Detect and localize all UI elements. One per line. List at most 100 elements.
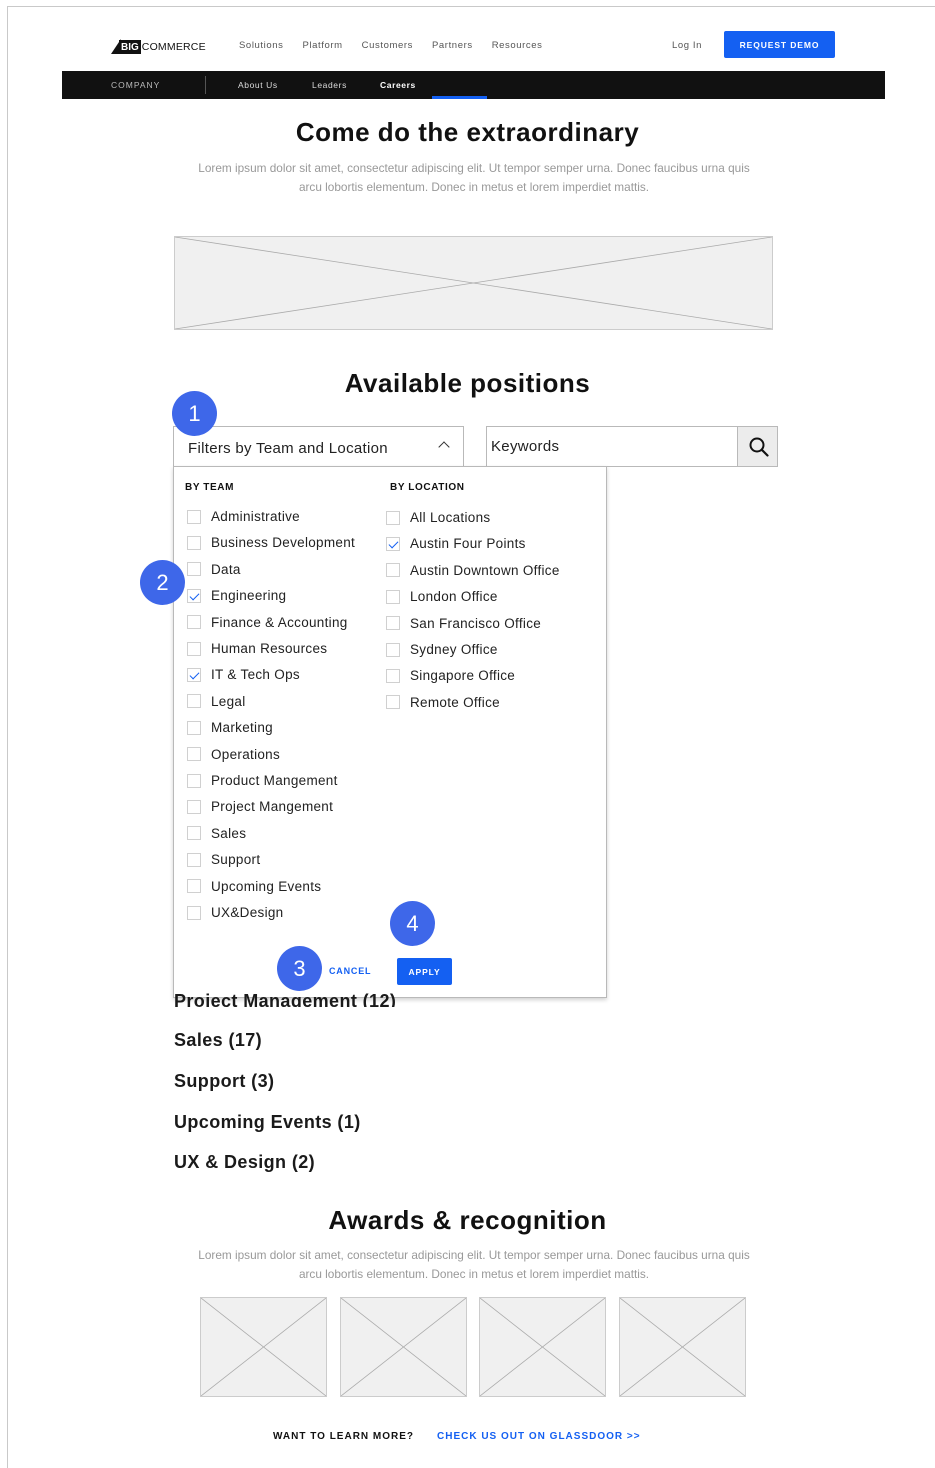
nav-partners[interactable]: Partners	[432, 40, 473, 51]
team-option[interactable]: Finance & Accounting	[187, 615, 348, 630]
apply-button[interactable]: APPLY	[397, 958, 452, 985]
cancel-button[interactable]: CANCEL	[329, 966, 371, 976]
location-option-label: Austin Four Points	[410, 536, 526, 552]
team-option[interactable]: UX&Design	[187, 905, 283, 920]
checkbox-checked[interactable]	[386, 536, 400, 551]
annotation-badge-1: 1	[172, 391, 217, 436]
keywords-input[interactable]	[486, 426, 738, 467]
team-option[interactable]: Sales	[187, 826, 246, 841]
team-option-label: Administrative	[211, 509, 300, 524]
search-button[interactable]	[737, 426, 778, 467]
checkbox-unchecked[interactable]	[386, 563, 400, 578]
team-option[interactable]: Administrative	[187, 509, 300, 524]
team-option-label: Engineering	[211, 588, 287, 604]
team-option-label: Project Mangement	[211, 799, 334, 815]
category-support[interactable]: Support (3)	[174, 1071, 274, 1092]
location-option-label: London Office	[410, 589, 498, 605]
team-option[interactable]: Operations	[187, 747, 280, 762]
checkbox-unchecked[interactable]	[386, 642, 400, 657]
category-ux-design[interactable]: UX & Design (2)	[174, 1152, 315, 1173]
nav-platform[interactable]: Platform	[302, 40, 342, 51]
bigcommerce-logo[interactable]: BIG COMMERCE	[111, 34, 206, 54]
team-option-label: UX&Design	[211, 905, 284, 920]
team-option-label: Legal	[211, 693, 246, 709]
award-image-placeholder	[340, 1297, 467, 1397]
nav-solutions[interactable]: Solutions	[239, 40, 283, 51]
checkbox-unchecked[interactable]	[187, 905, 201, 920]
hero-body: Lorem ipsum dolor sit amet, consectetur …	[198, 161, 750, 194]
location-option[interactable]: Singapore Office	[386, 668, 515, 683]
location-option[interactable]: Remote Office	[386, 695, 500, 710]
annotation-badge-2: 2	[140, 560, 185, 605]
checkbox-unchecked[interactable]	[187, 852, 201, 867]
checkbox-unchecked[interactable]	[187, 641, 201, 656]
checkbox-unchecked[interactable]	[187, 799, 201, 814]
category-project-management[interactable]: Project Management (12)	[174, 991, 396, 1007]
logo-big: BIG	[119, 40, 141, 54]
glassdoor-link[interactable]: CHECK US OUT ON GLASSDOOR >>	[437, 1431, 641, 1442]
checkbox-unchecked[interactable]	[187, 879, 201, 894]
team-option[interactable]: Project Mangement	[187, 799, 333, 814]
location-option-label: Sydney Office	[410, 642, 498, 657]
location-option-label: All Locations	[410, 510, 491, 525]
nav-customers[interactable]: Customers	[362, 40, 413, 51]
category-sales[interactable]: Sales (17)	[174, 1030, 262, 1051]
checkbox-unchecked[interactable]	[187, 562, 201, 577]
checkbox-unchecked[interactable]	[187, 694, 201, 709]
checkbox-unchecked[interactable]	[386, 510, 400, 525]
team-option[interactable]: Marketing	[187, 720, 273, 735]
login-link[interactable]: Log In	[672, 40, 702, 51]
checkbox-unchecked[interactable]	[187, 773, 201, 788]
top-nav: Solutions Platform Customers Partners Re…	[239, 40, 562, 51]
awards-body: Lorem ipsum dolor sit amet, consectetur …	[198, 1248, 750, 1281]
checkbox-unchecked[interactable]	[187, 509, 201, 524]
team-option[interactable]: IT & Tech Ops	[187, 667, 300, 682]
location-option-label: Remote Office	[410, 694, 500, 710]
hero-title: Come do the extraordinary	[295, 117, 640, 147]
team-option-label: Sales	[211, 825, 247, 841]
positions-title: Available positions	[344, 368, 591, 398]
team-option[interactable]: Engineering	[187, 588, 286, 603]
location-option[interactable]: San Francisco Office	[386, 616, 541, 631]
location-option[interactable]: Austin Downtown Office	[386, 563, 560, 578]
location-option[interactable]: London Office	[386, 589, 498, 604]
logo-commerce: COMMERCE	[141, 41, 206, 53]
subnav-leaders[interactable]: Leaders	[312, 80, 347, 90]
subnav-section-label: COMPANY	[111, 80, 161, 90]
awards-title: Awards & recognition	[328, 1205, 607, 1235]
location-option[interactable]: Austin Four Points	[386, 536, 526, 551]
team-option[interactable]: Human Resources	[187, 641, 327, 656]
checkbox-unchecked[interactable]	[187, 535, 201, 550]
award-image-placeholder	[479, 1297, 606, 1397]
hero-image-placeholder	[174, 236, 773, 330]
category-upcoming-events[interactable]: Upcoming Events (1)	[174, 1112, 361, 1133]
checkbox-unchecked[interactable]	[187, 720, 201, 735]
team-option[interactable]: Data	[187, 562, 241, 577]
checkbox-unchecked[interactable]	[386, 695, 400, 710]
team-option[interactable]: Legal	[187, 694, 246, 709]
team-option-label: Marketing	[211, 720, 273, 736]
location-option[interactable]: Sydney Office	[386, 642, 498, 657]
nav-resources[interactable]: Resources	[492, 40, 543, 51]
request-demo-button[interactable]: REQUEST DEMO	[724, 31, 835, 58]
annotation-badge-4: 4	[390, 901, 435, 946]
subnav-about-us[interactable]: About Us	[238, 80, 278, 90]
checkbox-unchecked[interactable]	[386, 668, 400, 683]
team-option[interactable]: Support	[187, 852, 260, 867]
subnav-careers[interactable]: Careers	[380, 80, 416, 90]
team-option[interactable]: Business Development	[187, 535, 355, 550]
award-image-placeholder	[619, 1297, 746, 1397]
checkbox-unchecked[interactable]	[187, 615, 201, 630]
checkbox-checked[interactable]	[187, 588, 201, 603]
team-option[interactable]: Product Mangement	[187, 773, 338, 788]
location-option-label: San Francisco Office	[410, 615, 542, 631]
team-location-filter-dropdown[interactable]: Filters by Team and Location	[173, 426, 464, 467]
checkbox-unchecked[interactable]	[187, 826, 201, 841]
location-option[interactable]: All Locations	[386, 510, 490, 525]
checkbox-unchecked[interactable]	[386, 589, 400, 604]
chevron-up-icon	[438, 441, 450, 453]
checkbox-unchecked[interactable]	[187, 747, 201, 762]
checkbox-checked[interactable]	[187, 667, 201, 682]
checkbox-unchecked[interactable]	[386, 616, 400, 631]
team-option[interactable]: Upcoming Events	[187, 879, 321, 894]
